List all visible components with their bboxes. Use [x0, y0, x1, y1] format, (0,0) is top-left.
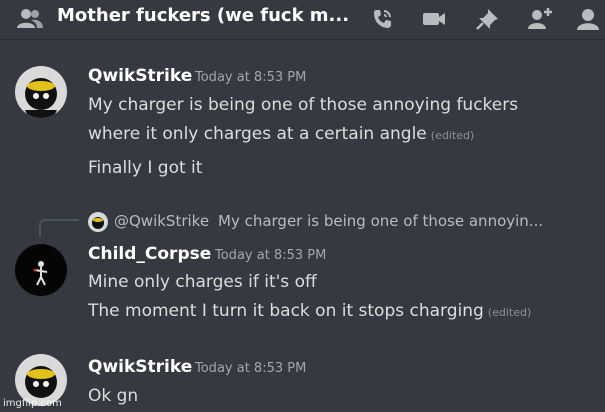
call-icon[interactable] [368, 6, 396, 32]
reply-connector [39, 219, 79, 237]
reply-mention[interactable]: @QwikStrike [114, 212, 209, 230]
reply-preview[interactable]: My charger is being one of those annoyin… [218, 212, 543, 230]
message-line: where it only charges at a certain angle… [88, 124, 474, 144]
message-author[interactable]: QwikStrike [88, 357, 192, 377]
avatar[interactable] [15, 66, 67, 118]
message-line: Mine only charges if it's off [88, 272, 317, 292]
profile-icon[interactable] [574, 6, 602, 32]
message-timestamp: Today at 8:53 PM [195, 361, 307, 376]
message-author[interactable]: Child_Corpse [88, 244, 211, 264]
add-member-icon[interactable] [526, 6, 554, 32]
channel-title: Mother fuckers (we fuck m... [57, 5, 350, 26]
message-line: Finally I got it [88, 158, 203, 178]
message-author[interactable]: QwikStrike [88, 66, 192, 86]
watermark: imgflip.com [3, 398, 62, 409]
pin-icon[interactable] [474, 6, 502, 32]
message-timestamp: Today at 8:53 PM [195, 70, 307, 85]
edited-tag: (edited) [487, 306, 532, 319]
reply-avatar [88, 212, 108, 232]
message-line: Ok gn [88, 386, 139, 406]
video-icon[interactable] [420, 6, 448, 32]
avatar[interactable] [15, 244, 67, 296]
message-line: The moment I turn it back on it stops ch… [88, 301, 531, 321]
message-text: where it only charges at a certain angle [88, 124, 427, 144]
message-line: My charger is being one of those annoyin… [88, 95, 519, 115]
channel-header: Mother fuckers (we fuck m... [0, 0, 605, 40]
edited-tag: (edited) [430, 129, 475, 142]
reply-avatar-image [88, 212, 108, 232]
qwikstrike-avatar-image [15, 66, 67, 118]
message-timestamp: Today at 8:53 PM [215, 248, 327, 263]
people-icon[interactable] [16, 6, 44, 32]
message-text: The moment I turn it back on it stops ch… [88, 301, 484, 321]
child-corpse-avatar-image [15, 244, 67, 296]
